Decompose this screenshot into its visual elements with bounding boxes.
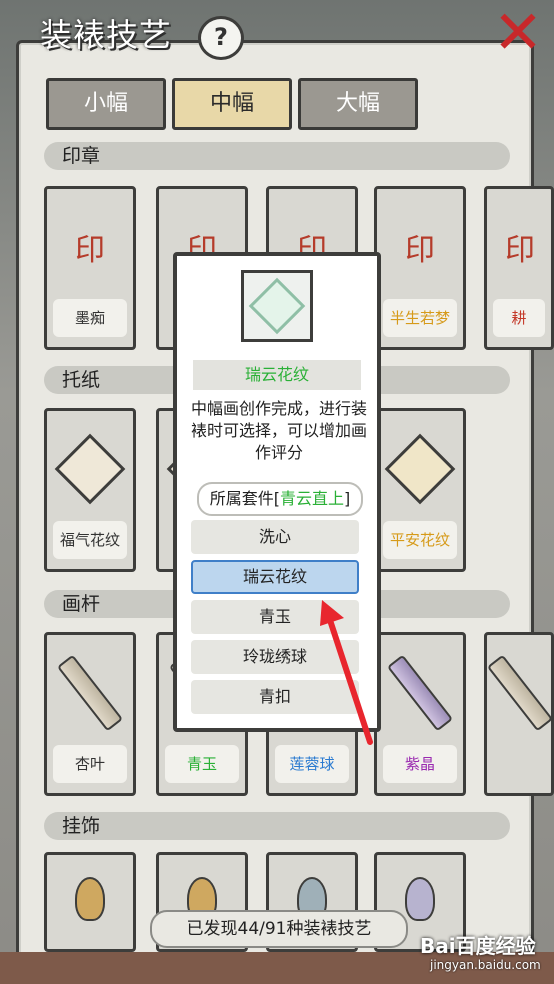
pendant-icon	[55, 869, 125, 929]
cloud-pattern-icon	[248, 277, 306, 335]
watermark-url: jingyan.baidu.com	[430, 958, 541, 972]
seal-stamp-icon: 印	[405, 233, 435, 268]
item-name: 瑞云花纹	[193, 360, 361, 390]
tab-medium[interactable]: 中幅	[172, 78, 292, 130]
discovery-counter: 已发现44/91种装裱技艺	[150, 910, 408, 948]
item-description: 中幅画创作完成，进行装裱时可选择，可以增加画作评分	[191, 399, 368, 462]
paper-card[interactable]: 平安花纹	[374, 408, 466, 572]
set-suffix: ]	[344, 489, 351, 508]
card-label: 青玉	[165, 745, 239, 783]
section-pendant: 挂饰	[44, 812, 510, 840]
set-option[interactable]: 洗心	[191, 520, 359, 554]
card-label: 平安花纹	[383, 521, 457, 559]
seal-card[interactable]: 印 墨痴	[44, 186, 136, 350]
set-name: 青云直上	[279, 489, 344, 508]
scroll-rod-icon	[486, 649, 554, 737]
set-prefix: 所属套件[	[209, 489, 280, 508]
card-label: 杏叶	[53, 745, 127, 783]
tab-small[interactable]: 小幅	[46, 78, 166, 130]
paper-card[interactable]: 福气花纹	[44, 408, 136, 572]
close-x-icon[interactable]: ✕	[488, 3, 548, 64]
page-title: 装裱技艺	[40, 16, 173, 54]
pendant-card[interactable]	[44, 852, 136, 952]
tab-large[interactable]: 大幅	[298, 78, 418, 130]
watermark-brand: Bai百度经验	[420, 934, 536, 958]
card-label: 莲蓉球	[275, 745, 349, 783]
card-label: 紫晶	[383, 745, 457, 783]
diamond-pattern-icon	[384, 425, 456, 513]
annotation-arrow-icon	[320, 600, 373, 745]
card-label: 墨痴	[53, 299, 127, 337]
question-icon[interactable]: ?	[198, 16, 244, 60]
seal-card[interactable]: 印 耕	[484, 186, 554, 350]
seal-stamp-icon: 印	[75, 233, 105, 268]
scroll-rod-icon	[385, 649, 455, 737]
seal-card[interactable]: 印 半生若梦	[374, 186, 466, 350]
item-set[interactable]: 所属套件[青云直上]	[197, 482, 363, 516]
card-label: 福气花纹	[53, 521, 127, 559]
section-seal: 印章	[44, 142, 510, 170]
rod-card[interactable]	[484, 632, 554, 796]
rod-card[interactable]: 紫晶	[374, 632, 466, 796]
set-option-selected[interactable]: 瑞云花纹	[191, 560, 359, 594]
diamond-pattern-icon	[54, 425, 126, 513]
item-thumbnail	[241, 270, 313, 342]
scroll-rod-icon	[55, 649, 125, 737]
rod-card[interactable]: 杏叶	[44, 632, 136, 796]
card-label: 耕	[493, 299, 545, 337]
seal-stamp-icon: 印	[505, 233, 535, 268]
card-label: 半生若梦	[383, 299, 457, 337]
